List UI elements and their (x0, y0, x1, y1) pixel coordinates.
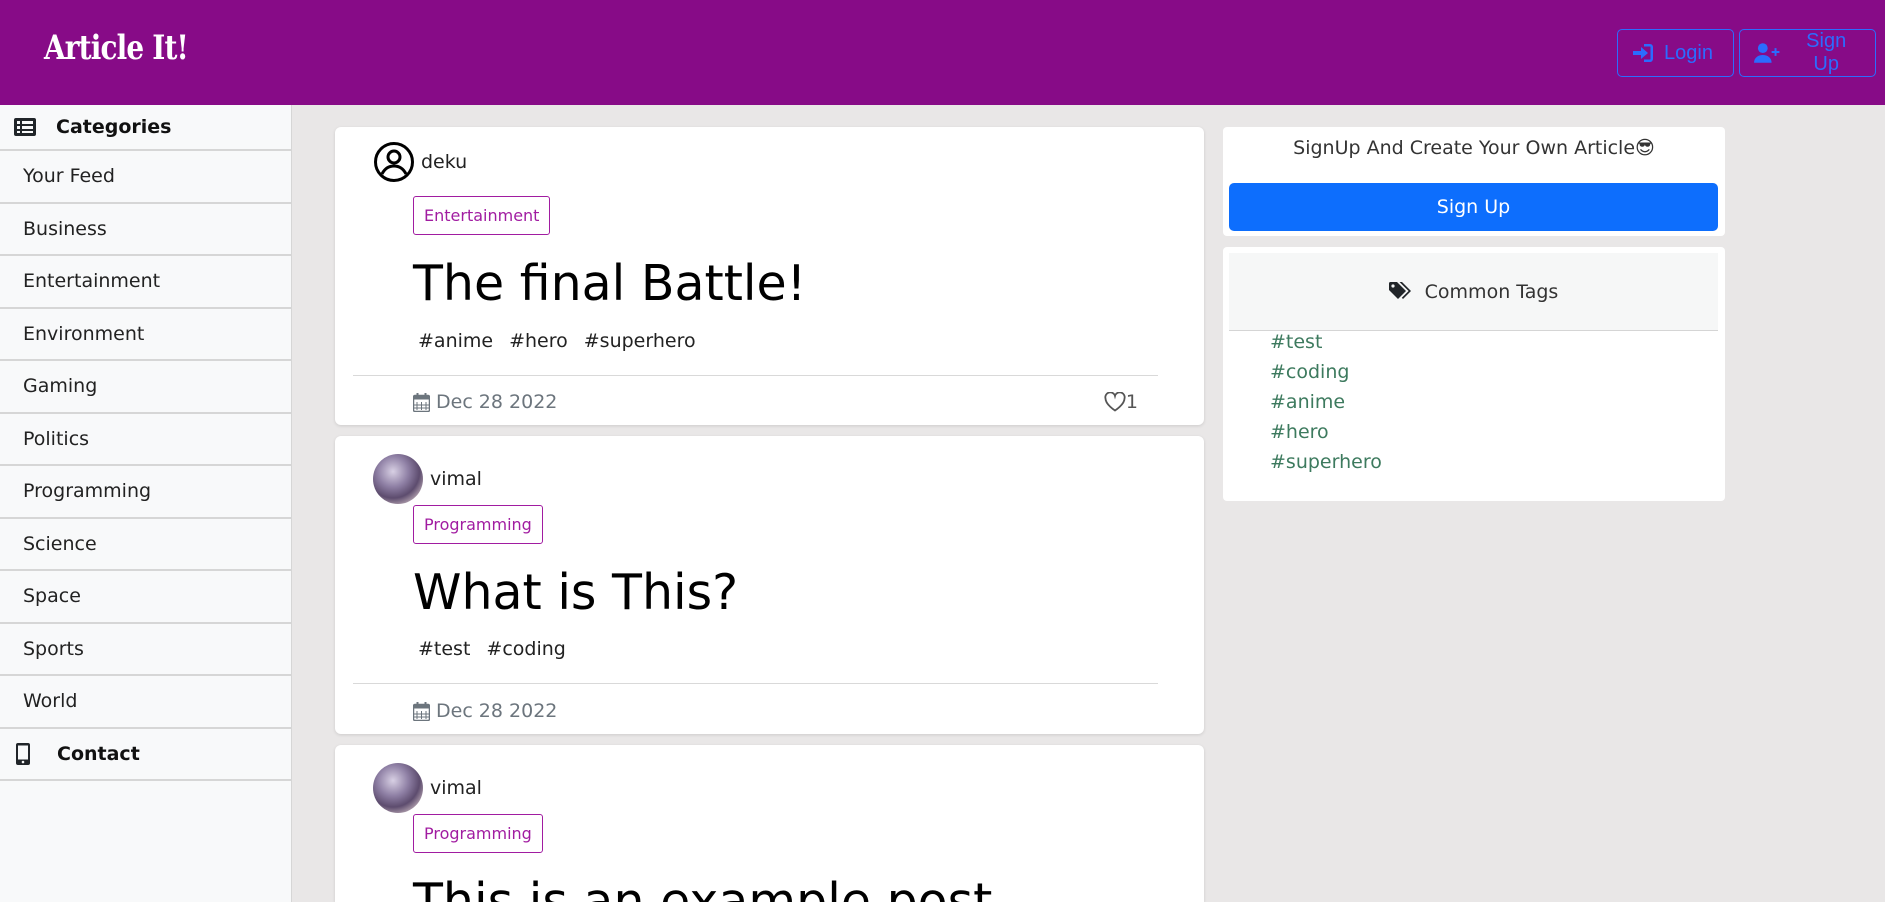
add-user-icon (1754, 43, 1780, 63)
categories-title: Categories (56, 116, 172, 138)
signup-widget: SignUp And Create Your Own Article😎 Sign… (1223, 127, 1725, 236)
card-divider (353, 683, 1158, 684)
common-tags-title: Common Tags (1424, 280, 1559, 303)
post-title[interactable]: This is an example post (413, 873, 992, 902)
top-navbar: Article It! Login Sign Up (0, 0, 1885, 105)
sidebar-item-world[interactable]: World (0, 676, 291, 729)
post-tag[interactable]: #coding (486, 638, 565, 660)
common-tag-link[interactable]: #anime (1270, 387, 1382, 417)
post-card: vimal Programming This is an example pos… (335, 745, 1204, 902)
calendar-icon (413, 701, 430, 721)
post-author[interactable]: vimal (373, 454, 482, 504)
signup-label: Sign Up (1806, 30, 1847, 75)
login-label: Login (1664, 41, 1713, 64)
brand-logo[interactable]: Article It! (44, 28, 189, 68)
common-tag-link[interactable]: #coding (1270, 357, 1382, 387)
sidebar-item-space[interactable]: Space (0, 571, 291, 624)
date-text: Dec 28 2022 (436, 391, 558, 413)
signup-button[interactable]: Sign Up (1739, 29, 1876, 77)
post-title[interactable]: What is This? (413, 564, 738, 621)
post-author[interactable]: vimal (373, 763, 482, 813)
date-text: Dec 28 2022 (436, 700, 558, 722)
signup-prompt: SignUp And Create Your Own Article😎 (1293, 137, 1655, 159)
card-divider (353, 375, 1158, 376)
post-card: deku Entertainment The final Battle! #an… (335, 127, 1204, 425)
post-tags: #test #coding (418, 638, 566, 660)
sidebar-item-sports[interactable]: Sports (0, 624, 291, 676)
post-author[interactable]: deku (373, 141, 467, 183)
common-tags-header: Common Tags (1229, 253, 1718, 331)
list-icon (14, 118, 56, 136)
post-tag[interactable]: #test (418, 638, 470, 660)
tags-icon (1388, 281, 1411, 299)
common-tag-link[interactable]: #superhero (1270, 447, 1382, 477)
sidebar-item-contact[interactable]: Contact (0, 729, 291, 781)
categories-header: Categories (0, 105, 291, 151)
sidebar-item-politics[interactable]: Politics (0, 414, 291, 466)
avatar (373, 454, 423, 504)
avatar (373, 763, 423, 813)
sidebar-item-entertainment[interactable]: Entertainment (0, 256, 291, 309)
post-card: vimal Programming What is This? #test #c… (335, 436, 1204, 734)
category-badge[interactable]: Programming (413, 814, 543, 853)
sidebar-item-environment[interactable]: Environment (0, 309, 291, 361)
post-tags: #anime #hero #superhero (418, 330, 696, 352)
author-name: deku (421, 151, 468, 173)
common-tag-link[interactable]: #hero (1270, 417, 1382, 447)
author-name: vimal (430, 468, 482, 490)
category-badge[interactable]: Entertainment (413, 196, 551, 235)
post-date: Dec 28 2022 (413, 391, 557, 413)
common-tags-list: #test #coding #anime #hero #superhero (1270, 327, 1382, 477)
author-name: vimal (430, 777, 482, 799)
mobile-phone-icon (16, 742, 57, 765)
post-title[interactable]: The final Battle! (413, 255, 806, 312)
contact-label: Contact (57, 742, 140, 765)
categories-sidebar: Categories Your Feed Business Entertainm… (0, 105, 292, 902)
calendar-icon (413, 392, 430, 412)
sidebar-item-business[interactable]: Business (0, 204, 291, 256)
sidebar-item-gaming[interactable]: Gaming (0, 361, 291, 414)
signup-widget-button[interactable]: Sign Up (1229, 183, 1718, 231)
common-tag-link[interactable]: #test (1270, 327, 1382, 357)
heart-icon (1104, 392, 1126, 412)
category-badge[interactable]: Programming (413, 505, 543, 544)
post-tag[interactable]: #hero (509, 330, 568, 352)
post-tag[interactable]: #anime (418, 330, 493, 352)
common-tags-widget: Common Tags #test #coding #anime #hero #… (1223, 247, 1725, 501)
post-date: Dec 28 2022 (413, 700, 557, 722)
like-count: 1 (1125, 391, 1138, 413)
login-button[interactable]: Login (1617, 29, 1734, 77)
sidebar-item-your-feed[interactable]: Your Feed (0, 151, 291, 204)
sidebar-item-science[interactable]: Science (0, 519, 291, 571)
sidebar-item-programming[interactable]: Programming (0, 466, 291, 519)
login-icon (1633, 44, 1653, 62)
user-circle-icon (374, 142, 414, 182)
post-tag[interactable]: #superhero (584, 330, 696, 352)
like-button[interactable]: 1 (1104, 391, 1138, 413)
